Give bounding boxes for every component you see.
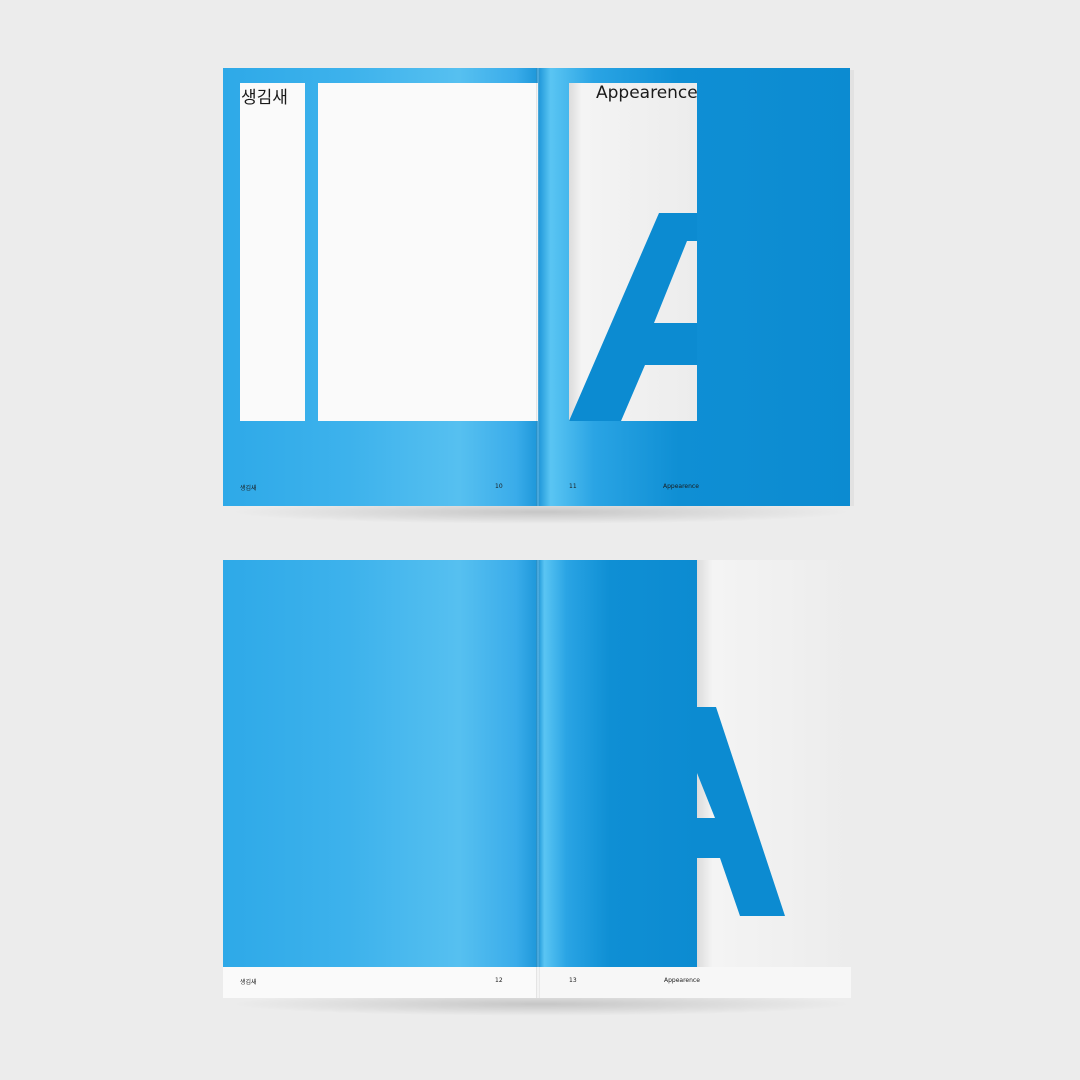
spine-gutter (536, 560, 540, 998)
page-13: 13 Appearence (538, 560, 851, 998)
blue-fill (538, 560, 697, 967)
letter-a-cropped-shape (697, 707, 785, 916)
bottom-spread: 생김새 12 13 Appearence (0, 0, 1080, 1080)
footer-title: 생김새 (240, 979, 257, 986)
page-number: 13 (569, 977, 577, 984)
page-number: 12 (495, 977, 503, 984)
blue-fill (223, 560, 538, 967)
page-12: 생김새 12 (223, 560, 538, 998)
footer-title: Appearence (664, 977, 700, 984)
